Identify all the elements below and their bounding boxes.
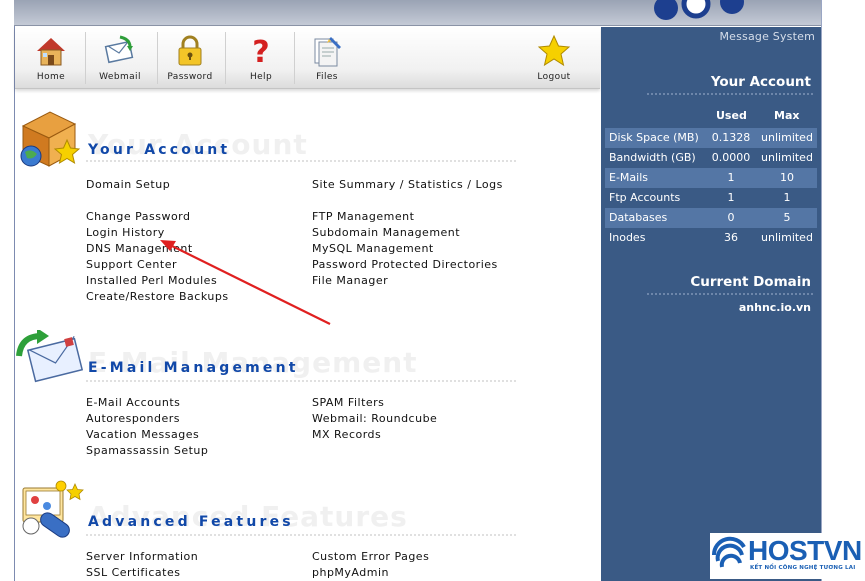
- current-domain-heading: Current Domain: [690, 274, 811, 290]
- logout-button[interactable]: Logout: [533, 27, 575, 89]
- stat-max: unlimited: [761, 131, 813, 144]
- star-icon: [537, 34, 571, 67]
- help-label: Help: [249, 72, 273, 82]
- files-icon: [314, 37, 341, 67]
- spamassassin-setup-link[interactable]: Spamassassin Setup: [86, 444, 208, 457]
- email-envelope-icon: [16, 330, 84, 383]
- hostvn-watermark: HOSTVN KẾT NỐI CÔNG NGHỆ TƯƠNG LAI: [710, 533, 862, 579]
- toolbar-divider: [85, 32, 86, 84]
- frame-border-right: [821, 0, 822, 581]
- domain-setup-link[interactable]: Domain Setup: [86, 178, 170, 191]
- password-protected-directories-link[interactable]: Password Protected Directories: [312, 258, 498, 271]
- stat-name: Ftp Accounts: [609, 191, 681, 204]
- files-label: Files: [316, 72, 338, 82]
- stat-name: Bandwidth (GB): [609, 151, 696, 164]
- custom-error-pages-link[interactable]: Custom Error Pages: [312, 550, 429, 563]
- home-icon: [37, 38, 65, 66]
- logout-label: Logout: [537, 72, 571, 82]
- stat-used: 0.1328: [711, 131, 751, 144]
- webmail-icon: [104, 35, 134, 64]
- your-account-heading: Your Account: [710, 74, 811, 90]
- toolbar: Home Webmail Password ? Help Files Logou…: [15, 27, 600, 89]
- stat-max: 10: [780, 171, 794, 184]
- toolbar-divider: [225, 32, 226, 84]
- toolbar-divider: [157, 32, 158, 84]
- stat-name: Databases: [609, 211, 668, 224]
- help-button[interactable]: ? Help: [243, 27, 279, 89]
- hostvn-tagline: KẾT NỐI CÔNG NGHỆ TƯƠNG LAI: [750, 565, 856, 571]
- file-manager-link[interactable]: File Manager: [312, 274, 388, 287]
- stats-row-bandwidth: Bandwidth (GB) 0.0000 unlimited: [605, 148, 817, 168]
- stat-name: Disk Space (MB): [609, 131, 699, 144]
- email-accounts-link[interactable]: E-Mail Accounts: [86, 396, 180, 409]
- webmail-roundcube-link[interactable]: Webmail: Roundcube: [312, 412, 437, 425]
- email-section-title: E-Mail Management: [88, 360, 299, 376]
- stat-used: 0: [727, 211, 735, 224]
- stat-name: Inodes: [609, 231, 646, 244]
- site-summary-link[interactable]: Site Summary / Statistics / Logs: [312, 178, 503, 191]
- stat-used: 1: [727, 191, 735, 204]
- stat-used: 36: [724, 231, 738, 244]
- hostvn-logo-icon: [712, 536, 746, 568]
- brand-logo-icon: [654, 0, 744, 20]
- server-information-link[interactable]: Server Information: [86, 550, 198, 563]
- top-banner: [14, 0, 821, 26]
- max-column-header: Max: [774, 109, 800, 122]
- change-password-link[interactable]: Change Password: [86, 210, 191, 223]
- ftp-management-link[interactable]: FTP Management: [312, 210, 414, 223]
- stats-row-emails: E-Mails 1 10: [605, 168, 817, 188]
- question-mark-icon: ?: [252, 35, 269, 69]
- stats-row-ftp-accounts: Ftp Accounts 1 1: [605, 188, 817, 208]
- home-label: Home: [36, 72, 66, 82]
- password-button[interactable]: Password: [167, 27, 213, 89]
- account-info-panel: Message System Your Account Used Max Dis…: [601, 27, 821, 581]
- section-divider: [86, 160, 516, 162]
- stats-row-databases: Databases 0 5: [605, 208, 817, 228]
- toolbar-divider: [294, 32, 295, 84]
- account-box-icon: [20, 111, 81, 167]
- stat-max: 5: [783, 211, 791, 224]
- current-domain-value: anhnc.io.vn: [738, 301, 811, 314]
- message-system-link[interactable]: Message System: [719, 30, 815, 43]
- stat-max: 1: [783, 191, 791, 204]
- stat-max: unlimited: [761, 231, 813, 244]
- account-section-title: Your Account: [88, 142, 231, 158]
- stat-used: 1: [727, 171, 735, 184]
- usage-stats-table: Disk Space (MB) 0.1328 unlimited Bandwid…: [605, 128, 817, 248]
- dns-management-link[interactable]: DNS Management: [86, 242, 193, 255]
- login-history-link[interactable]: Login History: [86, 226, 165, 239]
- create-restore-backups-link[interactable]: Create/Restore Backups: [86, 290, 229, 303]
- password-label: Password: [167, 72, 213, 82]
- advanced-features-icon: [22, 480, 84, 538]
- spam-filters-link[interactable]: SPAM Filters: [312, 396, 384, 409]
- stat-name: E-Mails: [609, 171, 648, 184]
- mysql-management-link[interactable]: MySQL Management: [312, 242, 434, 255]
- webmail-button[interactable]: Webmail: [98, 27, 142, 89]
- section-divider: [86, 380, 516, 382]
- heading-divider: [647, 93, 813, 95]
- phpmyadmin-link[interactable]: phpMyAdmin: [312, 566, 389, 579]
- heading-divider: [647, 293, 813, 295]
- section-divider: [86, 534, 516, 536]
- subdomain-management-link[interactable]: Subdomain Management: [312, 226, 460, 239]
- files-button[interactable]: Files: [309, 27, 345, 89]
- used-column-header: Used: [716, 109, 747, 122]
- stats-row-disk-space: Disk Space (MB) 0.1328 unlimited: [605, 128, 817, 148]
- advanced-section-title: Advanced Features: [88, 514, 294, 530]
- mx-records-link[interactable]: MX Records: [312, 428, 381, 441]
- installed-perl-modules-link[interactable]: Installed Perl Modules: [86, 274, 217, 287]
- support-center-link[interactable]: Support Center: [86, 258, 177, 271]
- webmail-label: Webmail: [99, 72, 141, 82]
- autoresponders-link[interactable]: Autoresponders: [86, 412, 180, 425]
- lock-icon: [178, 35, 202, 66]
- svg-text:?: ?: [252, 35, 269, 69]
- home-button[interactable]: Home: [33, 27, 69, 89]
- hostvn-brand: HOSTVN: [748, 535, 862, 566]
- ssl-certificates-link[interactable]: SSL Certificates: [86, 566, 180, 579]
- stat-max: unlimited: [761, 151, 813, 164]
- stats-row-inodes: Inodes 36 unlimited: [605, 228, 817, 248]
- stat-used: 0.0000: [711, 151, 751, 164]
- vacation-messages-link[interactable]: Vacation Messages: [86, 428, 199, 441]
